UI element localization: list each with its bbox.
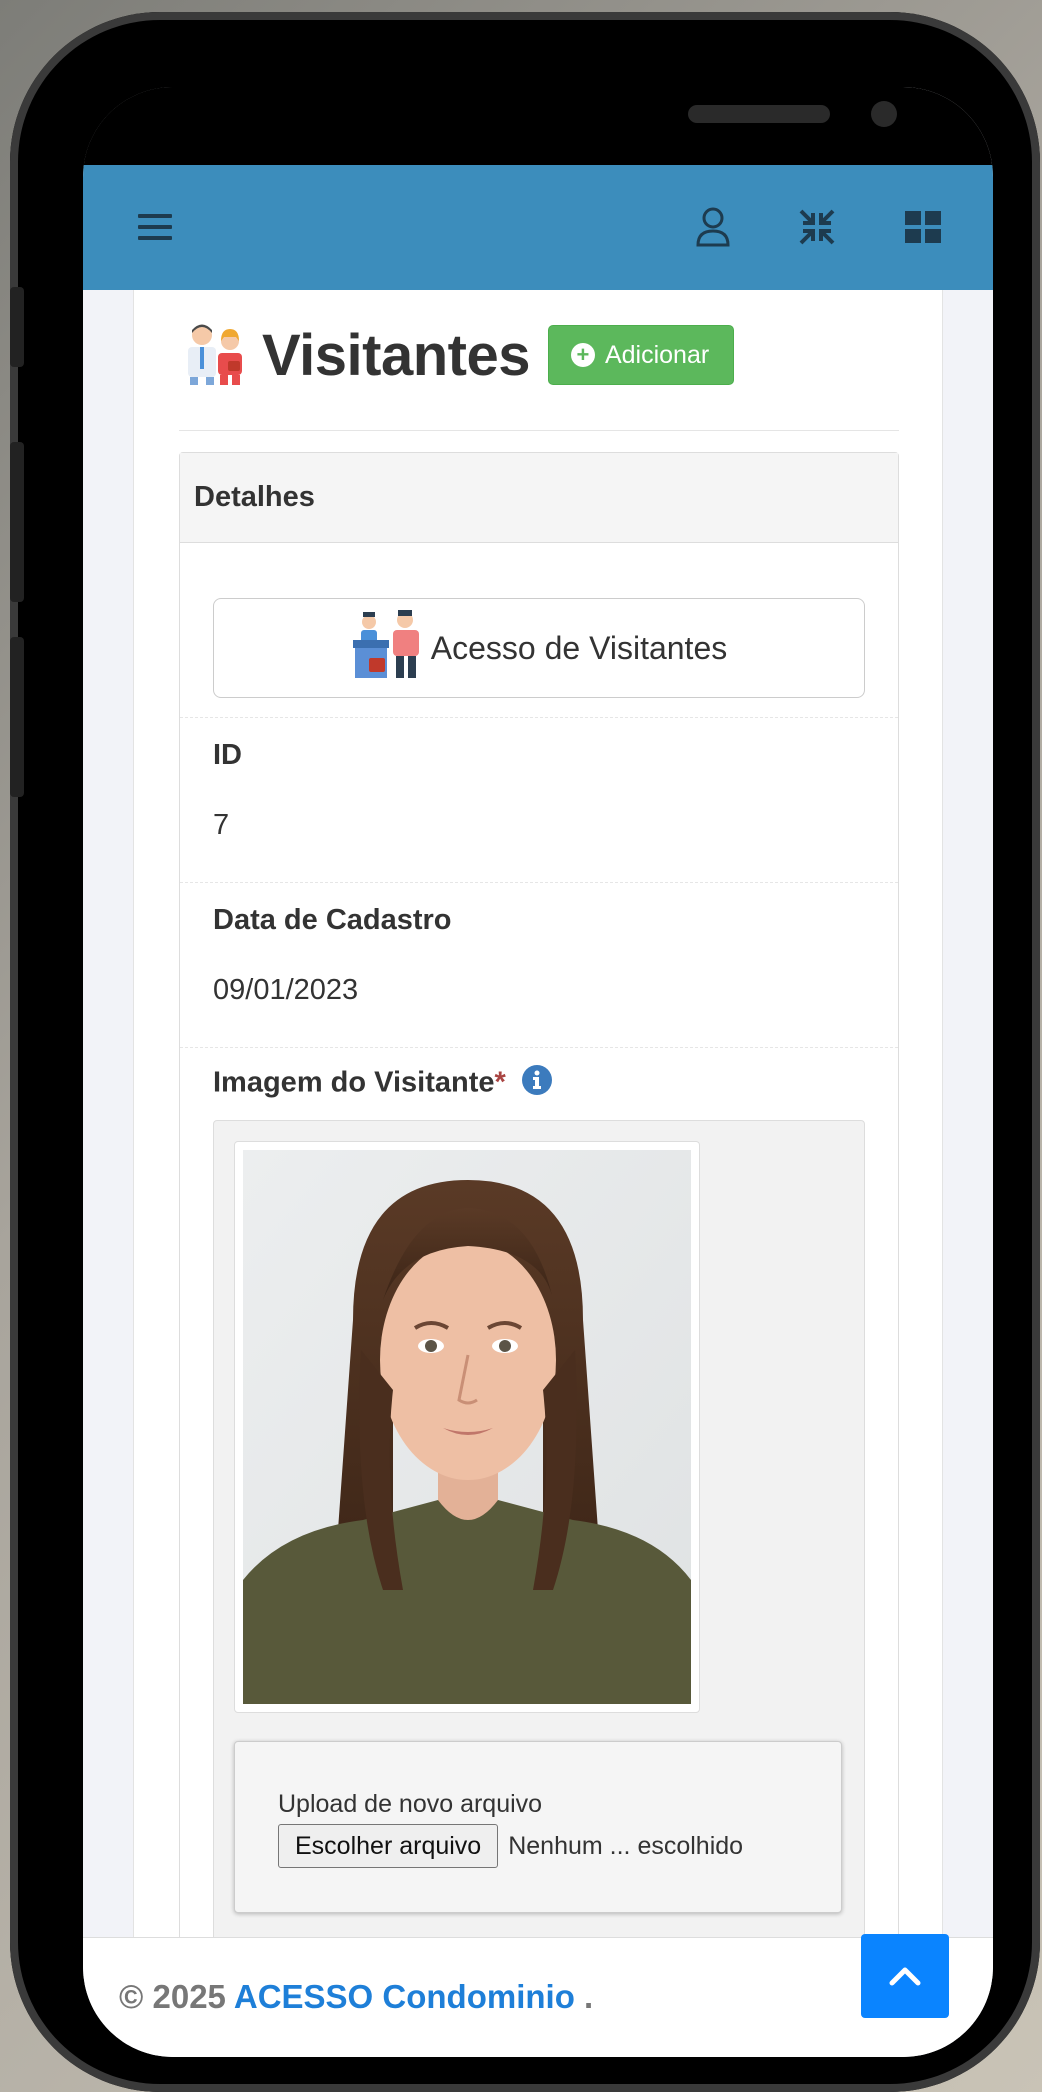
copyright: © 2025	[119, 1978, 226, 2015]
front-camera	[871, 101, 897, 127]
scroll-to-top-button[interactable]	[861, 1934, 949, 2018]
image-label: Imagem do Visitante	[213, 1066, 495, 1099]
file-status: Nenhum ... escolhido	[508, 1831, 744, 1860]
panel-heading: Detalhes	[180, 453, 898, 543]
phone-side-button	[10, 287, 24, 367]
footer: © 2025 ACESSO Condominio .	[83, 1937, 993, 2057]
choose-file-button[interactable]: Escolher arquivo	[278, 1824, 499, 1868]
compress-icon[interactable]	[795, 205, 839, 249]
status-area	[83, 87, 993, 165]
file-input[interactable]: Escolher arquivo Nenhum ... escolhido	[278, 1824, 743, 1868]
divider	[180, 717, 898, 718]
required-mark: *	[494, 1066, 506, 1099]
date-label: Data de Cadastro	[213, 904, 452, 936]
visitor-access-button[interactable]: Acesso de Visitantes	[213, 598, 865, 698]
date-value: 09/01/2023	[213, 974, 359, 1006]
add-button[interactable]: + Adicionar	[547, 325, 735, 385]
phone-frame: Visitantes + Adicionar Detalhes Acesso d…	[10, 12, 1040, 2092]
add-button-label: Adicionar	[604, 340, 710, 369]
upload-box: Upload de novo arquivo Escolher arquivo …	[234, 1741, 842, 1913]
top-navbar	[83, 165, 993, 290]
divider	[180, 1047, 898, 1048]
phone-side-button	[10, 442, 24, 602]
image-label-row: Imagem do Visitante*	[213, 1065, 552, 1103]
id-value: 7	[213, 809, 230, 841]
chevron-up-icon	[889, 1967, 921, 1986]
speaker-grille	[688, 105, 830, 123]
grid-icon[interactable]	[901, 205, 945, 249]
divider	[179, 430, 899, 431]
upload-label: Upload de novo arquivo	[278, 1790, 543, 1818]
hamburger-icon[interactable]	[133, 205, 177, 249]
visitor-access-label: Acesso de Visitantes	[430, 629, 728, 666]
phone-side-button	[10, 637, 24, 797]
details-panel: Detalhes Acesso de Visitantes ID 7 Data …	[179, 452, 899, 1940]
visitors-icon	[180, 321, 252, 390]
page-title: Visitantes	[262, 322, 530, 388]
main-content: Visitantes + Adicionar Detalhes Acesso d…	[133, 290, 943, 1940]
info-icon[interactable]	[521, 1065, 552, 1103]
plus-circle-icon: +	[570, 343, 595, 367]
footer-text: © 2025 ACESSO Condominio .	[119, 1978, 593, 2016]
visitor-photo	[234, 1141, 700, 1713]
divider	[180, 882, 898, 883]
user-icon[interactable]	[691, 205, 735, 249]
image-well: Upload de novo arquivo Escolher arquivo …	[213, 1120, 865, 1940]
reception-icon	[351, 608, 423, 688]
id-label: ID	[213, 739, 242, 771]
phone-screen: Visitantes + Adicionar Detalhes Acesso d…	[83, 87, 993, 2057]
footer-suffix: .	[584, 1978, 594, 2015]
brand-link[interactable]: ACESSO Condominio	[234, 1978, 575, 2015]
phone-notch	[308, 87, 897, 157]
page-header: Visitantes + Adicionar	[180, 320, 735, 390]
